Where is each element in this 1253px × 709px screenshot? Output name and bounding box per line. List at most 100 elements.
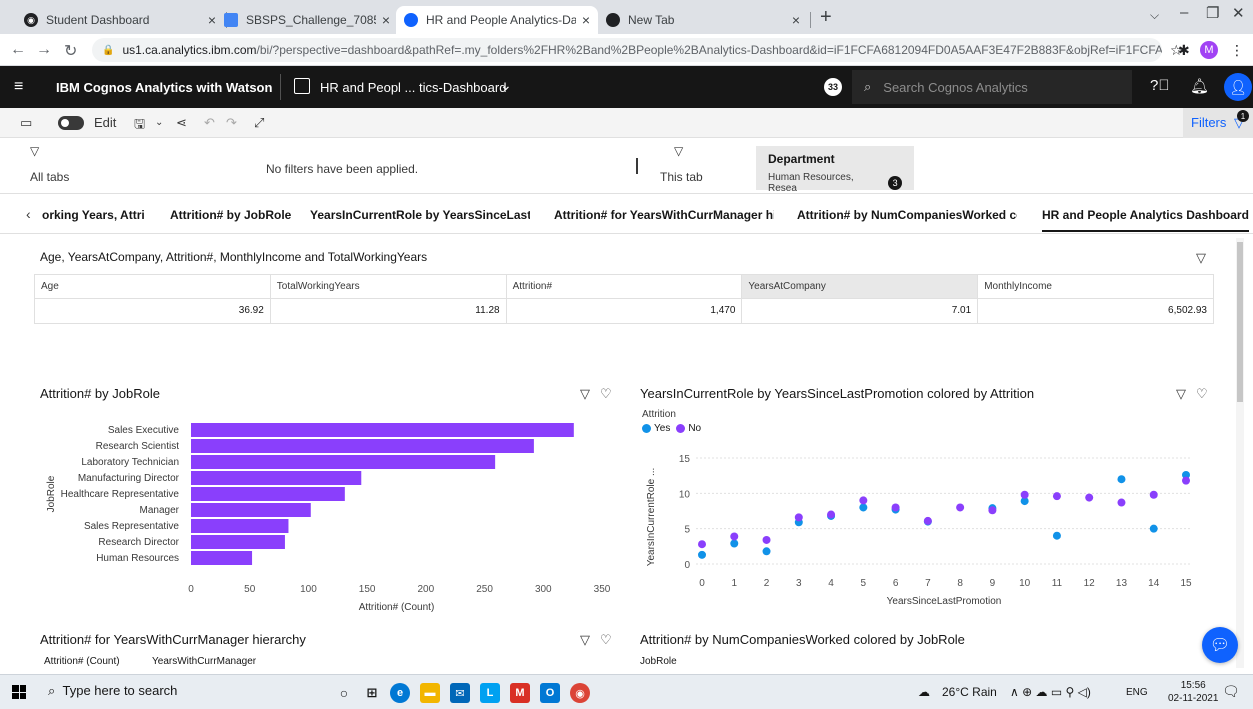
scatter-point[interactable] <box>859 503 868 512</box>
close-window-icon[interactable]: ✕ <box>1232 4 1245 22</box>
hamburger-icon[interactable]: ≡ <box>14 78 23 96</box>
new-tab-icon[interactable]: + <box>820 6 832 29</box>
scatter-point[interactable] <box>859 496 868 505</box>
lightbulb-icon[interactable]: ♡ <box>600 386 612 402</box>
scatter-point[interactable] <box>1117 475 1126 484</box>
scrollbar-thumb[interactable] <box>1237 242 1243 402</box>
back-icon[interactable]: ← <box>10 41 26 59</box>
filter-icon[interactable]: ▽ <box>1176 386 1186 402</box>
vertical-scrollbar[interactable] <box>1236 238 1244 668</box>
close-icon[interactable]: × <box>582 12 590 28</box>
tab-attrition-curr-manager[interactable]: Attrition# for YearsWithCurrManager hier <box>554 208 774 222</box>
notification-badge[interactable]: 33 <box>824 78 842 96</box>
tray-icons[interactable]: ∧ ⊕ ☁ ▭ ⚲ ◁) <box>1010 685 1091 699</box>
filters-button[interactable]: Filters ▽ 1 <box>1183 108 1253 138</box>
save-icon[interactable]: 🖫︎ <box>134 115 145 137</box>
clock[interactable]: 15:56 02-11-2021 <box>1168 679 1218 705</box>
tab-hr-people-analytics[interactable]: HR and People Analytics Dashboard <box>1042 208 1249 232</box>
bar[interactable] <box>191 423 574 437</box>
browser-tab-student-dashboard[interactable]: ◉ Student Dashboard × <box>16 6 224 34</box>
column-header[interactable]: Age <box>35 275 271 298</box>
chat-icon[interactable]: 💬︎ <box>1202 627 1238 663</box>
edit-toggle[interactable] <box>58 116 84 130</box>
bar[interactable] <box>191 471 362 485</box>
browser-tab-new-tab[interactable]: New Tab × <box>598 6 808 34</box>
scatter-point[interactable] <box>698 550 706 559</box>
comment-icon[interactable]: ▭ <box>20 115 32 131</box>
scatter-point[interactable] <box>1020 490 1029 499</box>
column-header[interactable]: MonthlyIncome <box>978 275 1213 298</box>
filter-icon[interactable]: ▽ <box>580 386 590 402</box>
table-cell[interactable]: 11.28 <box>271 299 507 323</box>
table-cell[interactable]: 7.01 <box>742 299 979 323</box>
notification-center-icon[interactable]: 🗨︎ <box>1222 683 1240 700</box>
browser-tab-sbsps[interactable]: SBSPS_Challenge_7085 × <box>216 6 398 34</box>
expand-icon[interactable]: ⤢ <box>254 115 264 131</box>
legend-label-no[interactable]: No <box>688 423 701 434</box>
bar[interactable] <box>191 455 496 469</box>
scatter-point[interactable] <box>891 503 900 512</box>
chevron-down-icon[interactable]: ⌄ <box>155 117 163 128</box>
chevron-left-icon[interactable]: ‹ <box>26 206 31 222</box>
column-header[interactable]: Attrition# <box>507 275 743 298</box>
chrome-icon[interactable]: ◉ <box>570 683 590 703</box>
bar[interactable] <box>191 535 285 549</box>
resize-handle[interactable] <box>636 158 638 174</box>
file-explorer-icon[interactable]: ▬ <box>420 683 440 703</box>
scatter-point[interactable] <box>1085 493 1094 502</box>
share-icon[interactable]: ⋖ <box>176 115 187 131</box>
scatter-point[interactable] <box>730 539 739 548</box>
undo-icon[interactable]: ↶ <box>204 115 215 131</box>
url-field[interactable]: 🔒 us1.ca.analytics.ibm.com/bi/?perspecti… <box>92 38 1162 62</box>
scatter-point[interactable] <box>730 532 739 541</box>
filter-icon[interactable]: ▽ <box>1196 250 1206 266</box>
notification-bell-icon[interactable]: 🔔︎ <box>1190 77 1209 95</box>
language-indicator[interactable]: ENG <box>1126 687 1148 698</box>
table-cell[interactable]: 36.92 <box>35 299 271 323</box>
scatter-point[interactable] <box>698 540 706 549</box>
edit-label[interactable]: Edit <box>94 115 116 130</box>
taskbar-search[interactable]: ⌕ Type here to search <box>48 683 177 699</box>
scatter-point[interactable] <box>1052 531 1061 540</box>
lightbulb-icon[interactable]: ♡ <box>600 632 612 648</box>
mcafee-icon[interactable]: M <box>510 683 530 703</box>
scatter-point[interactable] <box>762 547 771 556</box>
scatter-point[interactable] <box>827 510 836 519</box>
scatter-point[interactable] <box>1149 524 1158 533</box>
redo-icon[interactable]: ↷ <box>226 115 237 131</box>
bar[interactable] <box>191 487 345 501</box>
edge-icon[interactable]: e <box>390 683 410 703</box>
lightbulb-icon[interactable]: ♡ <box>1196 386 1208 402</box>
windows-start-icon[interactable] <box>12 685 26 699</box>
scatter-point[interactable] <box>1052 492 1061 501</box>
dashboard-name[interactable]: HR and Peopl ... tics-Dashboard <box>320 80 506 95</box>
more-icon[interactable]: ⋮ <box>1230 42 1244 59</box>
tab-attrition-num-companies[interactable]: Attrition# by NumCompaniesWorked colo <box>797 208 1017 222</box>
search-input[interactable]: ⌕ Search Cognos Analytics <box>852 70 1132 104</box>
scatter-point[interactable] <box>1117 498 1126 507</box>
cortana-icon[interactable]: ○ <box>334 683 354 703</box>
puzzle-icon[interactable]: ✱ <box>1178 42 1190 59</box>
table-cell[interactable]: 1,470 <box>507 299 743 323</box>
task-view-icon[interactable]: ⊞ <box>362 683 382 703</box>
user-icon[interactable]: 👤︎ <box>1224 73 1252 101</box>
help-icon[interactable]: ?⃝ <box>1150 77 1170 94</box>
filter-icon[interactable]: ▽ <box>580 632 590 648</box>
scatter-point[interactable] <box>1149 490 1158 499</box>
bar[interactable] <box>191 551 253 565</box>
outlook-icon[interactable]: O <box>540 683 560 703</box>
mail-icon[interactable]: ✉ <box>450 683 470 703</box>
tab-working-years[interactable]: orking Years, Attrit <box>42 208 144 222</box>
scatter-point[interactable] <box>762 535 771 544</box>
close-icon[interactable]: × <box>792 12 800 28</box>
chevron-down-icon[interactable]: ⌵ <box>1150 8 1159 23</box>
profile-avatar[interactable]: M <box>1200 41 1218 59</box>
bar[interactable] <box>191 439 534 453</box>
tab-years-in-current-role[interactable]: YearsInCurrentRole by YearsSinceLastPro <box>310 208 530 222</box>
scatter-point[interactable] <box>794 513 803 522</box>
close-icon[interactable]: × <box>382 12 390 28</box>
scatter-point[interactable] <box>956 503 965 512</box>
weather-text[interactable]: 26°C Rain <box>942 685 997 699</box>
app-l-icon[interactable]: L <box>480 683 500 703</box>
chevron-down-icon[interactable]: ⌄ <box>500 77 512 94</box>
